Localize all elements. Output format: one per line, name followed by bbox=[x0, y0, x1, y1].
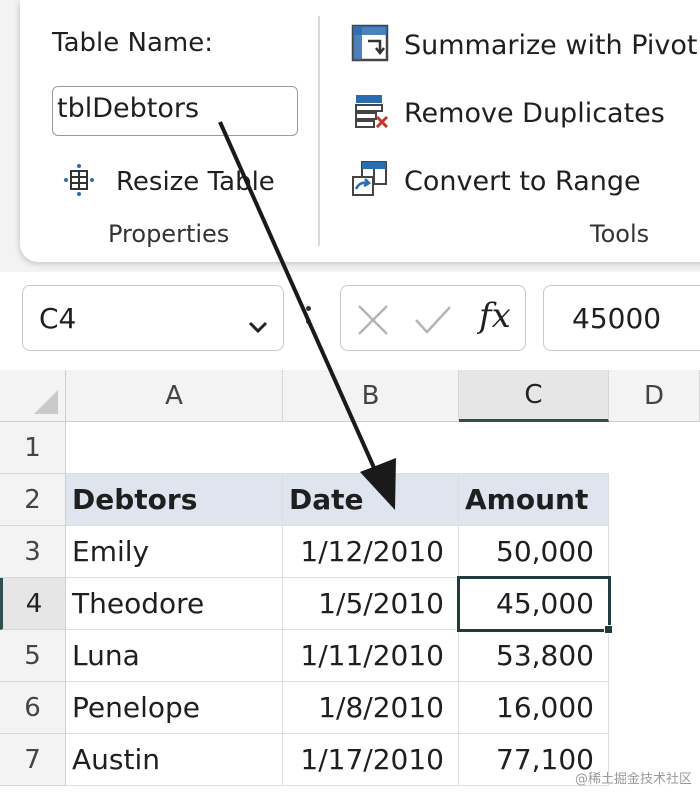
active-cell[interactable]: 45,000 bbox=[459, 578, 609, 630]
chevron-down-icon[interactable] bbox=[247, 308, 269, 341]
row-header-6[interactable]: 6 bbox=[0, 682, 66, 734]
table-cell[interactable]: 1/5/2010 bbox=[283, 578, 459, 630]
table-header-debtors[interactable]: Debtors bbox=[66, 474, 283, 526]
convert-to-range-button[interactable]: Convert to Range bbox=[350, 158, 641, 204]
formula-input[interactable]: 45000 bbox=[543, 285, 700, 351]
fill-handle[interactable] bbox=[604, 625, 613, 634]
insert-function-icon[interactable]: fx bbox=[479, 296, 511, 336]
table-cell[interactable]: Penelope bbox=[66, 682, 283, 734]
table-cell[interactable]: 50,000 bbox=[459, 526, 609, 578]
formula-bar-splitter[interactable] bbox=[306, 306, 312, 332]
column-header-b[interactable]: B bbox=[283, 370, 459, 422]
column-header-d[interactable]: D bbox=[609, 370, 700, 422]
remove-duplicates-icon bbox=[350, 91, 390, 135]
select-all-corner[interactable] bbox=[0, 370, 66, 422]
table-header-date[interactable]: Date bbox=[283, 474, 459, 526]
row-header-7[interactable]: 7 bbox=[0, 734, 66, 786]
table-cell[interactable]: 53,800 bbox=[459, 630, 609, 682]
cell-a1[interactable] bbox=[66, 422, 283, 474]
worksheet-grid: A B C D 1 2 3 4 5 6 7 Debtors Date Amoun… bbox=[0, 370, 700, 793]
table-cell[interactable]: 1/17/2010 bbox=[283, 734, 459, 786]
table-cell[interactable]: 1/11/2010 bbox=[283, 630, 459, 682]
table-name-input[interactable]: tblDebtors bbox=[52, 86, 298, 136]
properties-group-label: Properties bbox=[108, 220, 230, 248]
watermark: @稀土掘金技术社区 bbox=[574, 772, 692, 787]
enter-check-icon[interactable] bbox=[413, 302, 453, 342]
resize-table-button[interactable]: Resize Table bbox=[62, 160, 275, 204]
convert-to-range-icon bbox=[350, 159, 390, 203]
table-cell[interactable]: 1/8/2010 bbox=[283, 682, 459, 734]
table-cell[interactable]: Austin bbox=[66, 734, 283, 786]
table-cell[interactable]: Emily bbox=[66, 526, 283, 578]
remove-duplicates-label: Remove Duplicates bbox=[404, 97, 665, 129]
summarize-with-pivot-label: Summarize with Pivot bbox=[404, 29, 698, 61]
cancel-icon[interactable] bbox=[355, 302, 391, 342]
resize-table-label: Resize Table bbox=[116, 167, 275, 197]
formula-actions: fx bbox=[340, 285, 526, 351]
table-header-amount[interactable]: Amount bbox=[459, 474, 609, 526]
tools-group-label: Tools bbox=[590, 220, 650, 248]
name-box[interactable]: C4 bbox=[22, 285, 284, 351]
group-separator bbox=[318, 16, 320, 246]
column-header-c[interactable]: C bbox=[459, 370, 609, 422]
row-header-3[interactable]: 3 bbox=[0, 526, 66, 578]
resize-table-icon bbox=[62, 163, 96, 201]
name-box-value: C4 bbox=[39, 302, 77, 335]
row-header-1[interactable]: 1 bbox=[0, 422, 66, 474]
column-header-a[interactable]: A bbox=[66, 370, 283, 422]
table-cell[interactable]: 16,000 bbox=[459, 682, 609, 734]
pivot-table-icon bbox=[350, 23, 390, 67]
row-header-4[interactable]: 4 bbox=[0, 578, 66, 630]
table-name-label: Table Name: bbox=[52, 28, 213, 58]
row-header-2[interactable]: 2 bbox=[0, 474, 66, 526]
table-cell[interactable]: Theodore bbox=[66, 578, 283, 630]
convert-to-range-label: Convert to Range bbox=[404, 165, 641, 197]
cell-c1[interactable] bbox=[459, 422, 609, 474]
row-header-5[interactable]: 5 bbox=[0, 630, 66, 682]
remove-duplicates-button[interactable]: Remove Duplicates bbox=[350, 90, 665, 136]
summarize-with-pivot-button[interactable]: Summarize with Pivot bbox=[350, 22, 698, 68]
cell-b1[interactable] bbox=[283, 422, 459, 474]
table-cell[interactable]: 1/12/2010 bbox=[283, 526, 459, 578]
table-cell[interactable]: Luna bbox=[66, 630, 283, 682]
